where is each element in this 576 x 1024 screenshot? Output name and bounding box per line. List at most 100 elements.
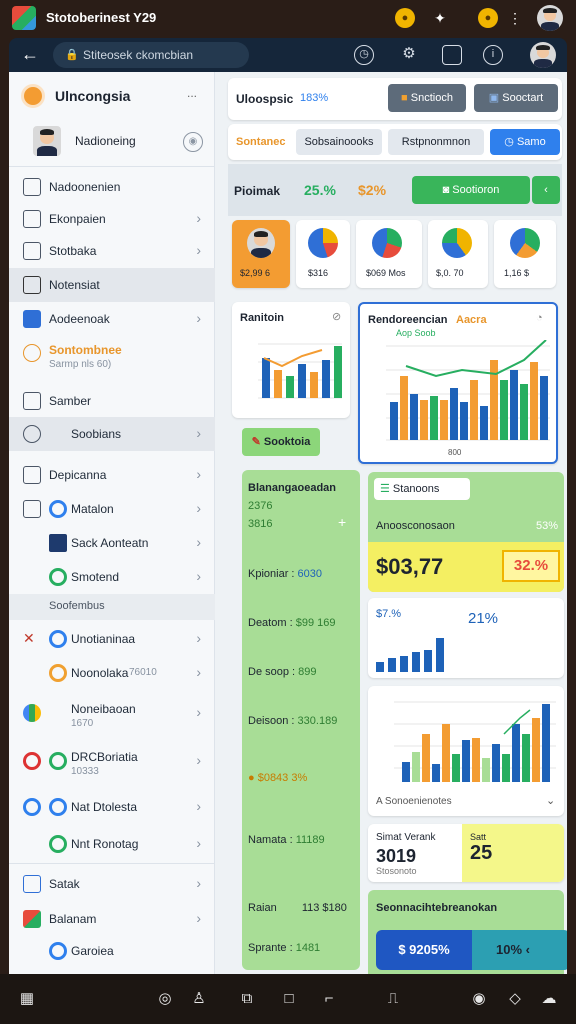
collapse-icon[interactable]: ‹	[532, 176, 560, 204]
sidebar-item-sack-aonteatn[interactable]: Sack Aonteatn ›	[9, 526, 215, 560]
tab-sobsainoooks[interactable]: Sobsainoooks	[296, 129, 382, 155]
user-avatar[interactable]	[537, 5, 563, 31]
chevron-right-icon: ›	[196, 466, 201, 482]
sidebar-item-samber[interactable]: Samber	[9, 384, 215, 418]
tab-samo[interactable]: ◷ Samo	[490, 129, 560, 155]
sidebar-item-balanam[interactable]: Balanam ›	[9, 902, 215, 936]
settings-icon[interactable]: ◉	[183, 132, 203, 152]
chevron-right-icon: ›	[196, 798, 201, 814]
collapse-icon: ‹	[525, 942, 530, 957]
folder-icon[interactable]: ⎍	[384, 990, 402, 1008]
green-dot-icon	[49, 752, 67, 770]
bottom-right-value[interactable]: 10% ‹	[472, 930, 567, 970]
lock-icon: 🔒	[65, 49, 79, 61]
sidebar-item-drcboriatia[interactable]: DRCBoriatia 10333 ›	[9, 744, 215, 784]
token-icon[interactable]: ●	[478, 8, 498, 28]
chat-icon[interactable]: ◉	[470, 990, 488, 1008]
sidebar-item-satak[interactable]: Satak ›	[9, 867, 215, 901]
chevron-right-icon: ›	[196, 630, 201, 646]
sooctart-button[interactable]: ▣ Sooctart	[474, 84, 558, 112]
chevron-down-icon[interactable]: ⌄	[546, 794, 555, 807]
tab-sontanec[interactable]: Sontanec	[236, 136, 286, 148]
sidebar-item-garoiea[interactable]: Garoiea	[9, 934, 215, 968]
sidebar-item-depicanna[interactable]: Depicanna ›	[9, 458, 215, 492]
sidebar-header: Ulncongsia	[55, 88, 131, 104]
sidebar-item-nat-dtolesta[interactable]: Nat Dtolesta ›	[9, 790, 215, 824]
stat-sub: Stosonoto	[376, 866, 417, 876]
coin-icon[interactable]: ●	[395, 8, 415, 28]
apps-grid-icon[interactable]: ▦	[18, 990, 36, 1008]
highlight-panel: ☰ Stanoons Anoosconosaon 53% $03,77 32.%	[368, 472, 564, 592]
sidebar-item-sontombnee[interactable]: Sontombnee Sarmp nls 60)	[9, 336, 215, 378]
chevron-right-icon: ›	[196, 568, 201, 584]
sidebar-item-soobians[interactable]: Soobians ›	[9, 417, 215, 451]
mini-bar-chart	[258, 343, 342, 399]
sidebar-item-smotend[interactable]: Smotend ›	[9, 560, 215, 594]
sidebar-item-noneibaoan[interactable]: Noneibaoan 1670 ›	[9, 696, 215, 736]
stat-label: Simat Verank	[376, 832, 436, 843]
stanoons-button[interactable]: ☰ Stanoons	[374, 478, 470, 500]
profile-avatar[interactable]	[530, 42, 556, 68]
tile-3[interactable]: $069 Mos	[356, 220, 422, 288]
menu-dots-icon[interactable]: ...	[187, 86, 197, 100]
url-text: Stiteosek ckomcbian	[83, 48, 194, 62]
sparkle-icon[interactable]: ✦	[430, 8, 450, 28]
bottom-left-value[interactable]: $ 9205%	[376, 930, 472, 970]
plus-icon[interactable]: +	[338, 514, 346, 530]
sidebar-item-ekonpaien[interactable]: Ekonpaien ›	[9, 202, 215, 236]
window-title: Stotoberinest Y29	[46, 10, 157, 25]
square-icon[interactable]: □	[280, 990, 298, 1008]
tab-rstpnonmnon[interactable]: Rstpnonmnon	[388, 129, 484, 155]
header-card: Uloospsic 183% ■ Snctioch ▣ Sooctart	[228, 78, 562, 120]
kpi-label: Pioimak	[234, 184, 281, 198]
pen-icon[interactable]: ⌐	[320, 990, 338, 1008]
person-icon: ◙	[442, 184, 453, 196]
sidebar-item-notensiat[interactable]: Notensiat	[9, 268, 215, 302]
snctioch-button[interactable]: ■ Snctioch	[388, 84, 466, 112]
chevron-right-icon: ›	[196, 425, 201, 441]
tools-icon: ✕	[23, 630, 35, 646]
tile-4[interactable]: $,0. 70	[428, 220, 488, 288]
check-icon[interactable]: ⊘	[332, 310, 341, 323]
sidebar-item-stotbaka[interactable]: Stotbaka ›	[9, 234, 215, 268]
sidebar-item-aodeenoak[interactable]: Aodeenoak ›	[9, 302, 215, 336]
kpi-action-button[interactable]: ◙ Sootioron	[412, 176, 530, 204]
refresh-icon[interactable]: ◔	[536, 312, 543, 324]
tab-icon[interactable]	[442, 45, 462, 65]
tile-2[interactable]: $316	[296, 220, 350, 288]
cloud-icon[interactable]: ☁	[540, 990, 558, 1008]
bottom-split-button[interactable]: $ 9205% 10% ‹	[376, 930, 567, 970]
panel-title: Blanangaoeadan	[248, 482, 337, 494]
person-icon[interactable]: ♙	[190, 990, 208, 1008]
mini-value: $7.%	[376, 608, 402, 620]
sidebar-item-matalon[interactable]: Matalon ›	[9, 492, 215, 526]
orange-circle-icon	[23, 344, 41, 362]
section-header: Soofembus	[9, 594, 215, 620]
tile-1[interactable]: $2,99 6	[232, 220, 290, 288]
extension-icon[interactable]: ⚙	[399, 45, 419, 65]
sidebar-item-nadoonenien[interactable]: Nadoonenien	[9, 170, 215, 204]
notification-icon[interactable]: ◎	[156, 990, 174, 1008]
tile-5[interactable]: 1,16 $	[494, 220, 556, 288]
pie-icon	[308, 228, 338, 258]
chart-card-1: Ranitoin ⊘	[232, 302, 350, 418]
colorful-app-icon	[23, 704, 41, 722]
clock-icon[interactable]: ◷	[354, 45, 374, 65]
more-icon[interactable]: ⋮	[505, 8, 525, 28]
back-arrow-icon[interactable]: ←	[21, 44, 39, 65]
sidebar-item-noonolaka[interactable]: Noonolaka 76010 ›	[9, 656, 215, 690]
sooktoia-button[interactable]: ✎ Sooktoia	[242, 428, 320, 456]
address-bar[interactable]: 🔒 Stiteosek ckomcbian	[53, 42, 249, 68]
blue-doc-icon	[23, 310, 41, 328]
info-icon[interactable]: i	[483, 45, 503, 65]
sidebar-item-nnt-ronotag[interactable]: Nnt Ronotag ›	[9, 827, 215, 861]
diamond-icon[interactable]: ◇	[506, 990, 524, 1008]
chevron-right-icon: ›	[196, 310, 201, 326]
sidebar-item-unotianinaa[interactable]: ✕ Unotianinaa ›	[9, 622, 215, 656]
red-box-icon	[23, 752, 41, 770]
big-value-strip: $03,77 32.%	[368, 542, 564, 592]
app-icon	[12, 6, 36, 30]
coin-icon: ●	[248, 772, 258, 784]
window-icon[interactable]: ⧉	[238, 990, 256, 1008]
brand-logo-icon	[21, 84, 45, 108]
